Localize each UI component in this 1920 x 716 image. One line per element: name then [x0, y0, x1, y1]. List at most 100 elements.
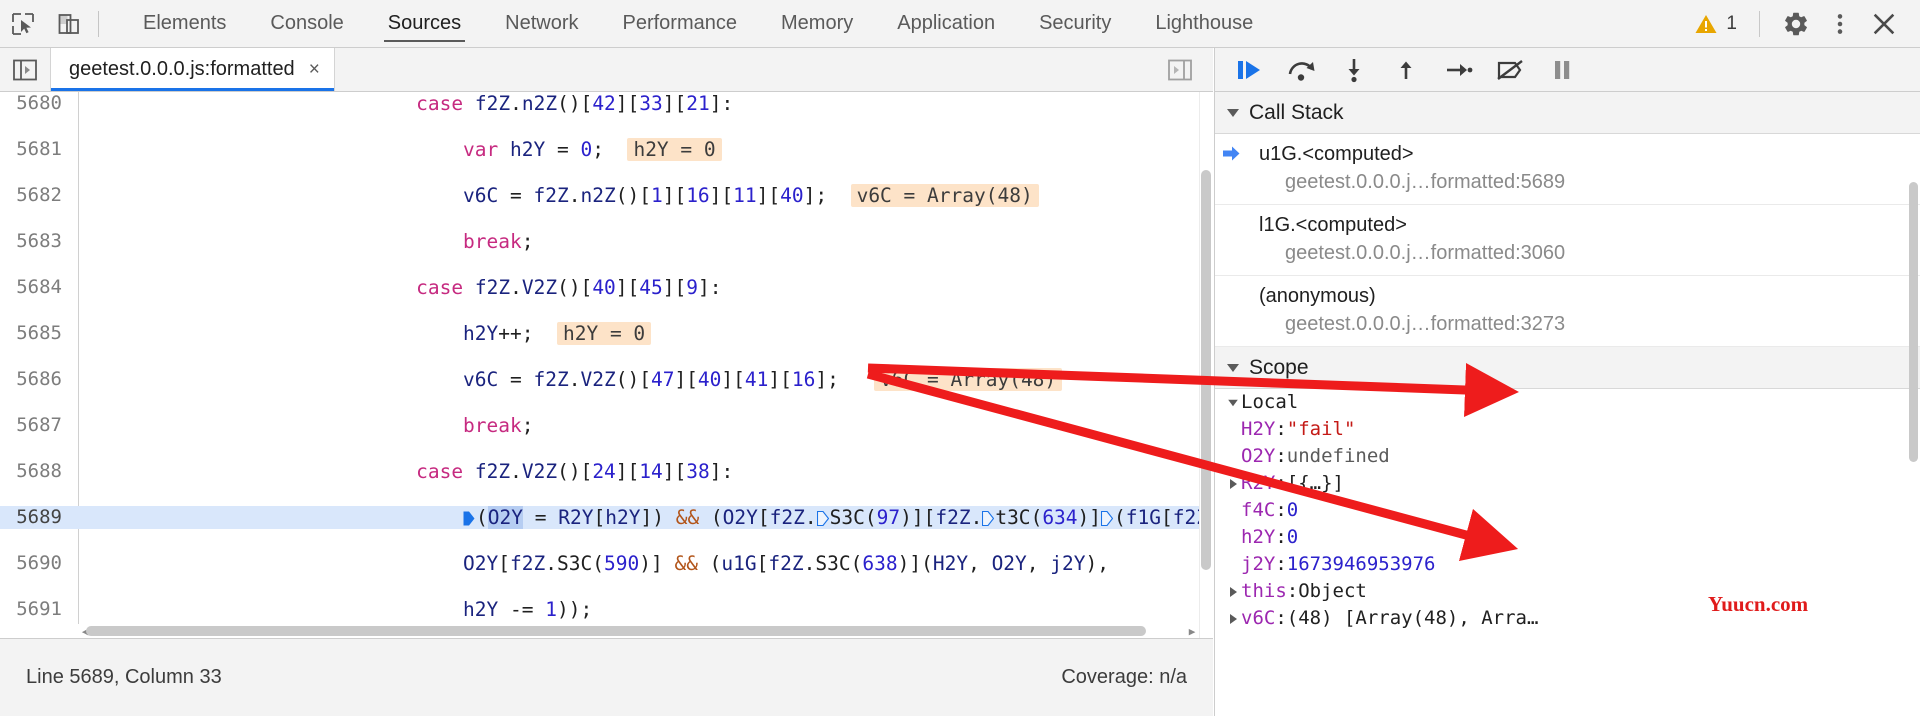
scope-variable-row[interactable]: v6C: (48) [Array(48), Arra… [1215, 605, 1920, 632]
scope-variable-row[interactable]: h2Y: 0 [1215, 524, 1920, 551]
scope-variable-value[interactable]: "fail" [1287, 416, 1356, 443]
code-line[interactable]: 5680 case f2Z.n2Z()[42][33][21]: [0, 92, 1213, 115]
chevron-right-icon[interactable] [1225, 613, 1241, 624]
editor-vertical-scrollbar[interactable] [1199, 92, 1213, 638]
code-line[interactable]: 5685 h2Y++; h2Y = 0 [0, 322, 1213, 345]
call-stack-location[interactable]: geetest.0.0.0.j…formatted:3273 [1229, 310, 1920, 338]
editor-hscroll-thumb[interactable] [86, 626, 1146, 636]
scope-variable-value[interactable]: (48) [Array(48), Arra… [1287, 605, 1539, 632]
line-number[interactable]: 5680 [0, 92, 62, 115]
step-into-icon[interactable] [1331, 49, 1377, 91]
sidebar-vscroll-thumb[interactable] [1909, 182, 1918, 462]
code-line[interactable]: 5689 (O2Y = R2Y[h2Y]) && (O2Y[f2Z. S3C(97)… [0, 506, 1213, 529]
scope-variable-value[interactable]: [{…}] [1287, 470, 1344, 497]
line-number[interactable]: 5686 [0, 368, 62, 391]
call-stack-item[interactable]: u1G.<computed> geetest.0.0.0.j…formatted:… [1215, 134, 1920, 205]
sidebar-vertical-scrollbar[interactable] [1908, 138, 1920, 716]
call-stack-item[interactable]: l1G.<computed> geetest.0.0.0.j…formatted:… [1215, 205, 1920, 276]
line-number[interactable]: 5689 [0, 506, 62, 529]
scope-section-header[interactable]: Scope [1215, 347, 1920, 389]
pause-icon[interactable] [1539, 49, 1585, 91]
scope-variable-value[interactable]: undefined [1287, 443, 1390, 470]
scope-variable-row[interactable]: j2Y: 1673946953976 [1215, 551, 1920, 578]
code-token: [ [756, 552, 769, 575]
step-over-icon[interactable] [1279, 49, 1325, 91]
inline-value-hint[interactable]: v6C = Array(48) [874, 368, 1063, 391]
line-number[interactable]: 5690 [0, 552, 62, 575]
scope-variable-value[interactable]: 0 [1287, 524, 1298, 551]
code-line[interactable]: 5686 v6C = f2Z.V2Z()[47][40][41][16]; v6C… [0, 368, 1213, 391]
tab-security[interactable]: Security [1017, 0, 1133, 48]
close-icon[interactable]: × [309, 60, 320, 79]
step-icon[interactable] [1435, 49, 1481, 91]
close-icon[interactable] [1862, 2, 1906, 46]
code-token: [ [593, 506, 606, 529]
inspect-element-icon[interactable] [0, 1, 46, 47]
editor-horizontal-scrollbar[interactable]: ◀ ▶ [78, 624, 1199, 638]
code-line[interactable]: 5690 O2Y[f2Z.S3C(590)] && (u1G[f2Z.S3C(63… [0, 552, 1213, 575]
scope-variable-row[interactable]: O2Y: undefined [1215, 443, 1920, 470]
scope-variable-row[interactable]: this: Object [1215, 578, 1920, 605]
chevron-right-icon[interactable] [1225, 478, 1241, 489]
tab-elements[interactable]: Elements [121, 0, 248, 48]
step-out-icon[interactable] [1383, 49, 1429, 91]
inline-value-hint[interactable]: h2Y = 0 [556, 322, 652, 345]
tab-console[interactable]: Console [248, 0, 365, 48]
line-number[interactable]: 5684 [0, 276, 62, 299]
coverage-label[interactable]: Coverage: n/a [1061, 666, 1187, 689]
scope-variable-value[interactable]: 0 [1287, 497, 1298, 524]
code-line[interactable]: 5691 h2Y -= 1)); [0, 598, 1213, 621]
resume-icon[interactable] [1227, 49, 1273, 91]
scope-variable-value[interactable]: 1673946953976 [1287, 551, 1436, 578]
line-number[interactable]: 5687 [0, 414, 62, 437]
scroll-right-arrow[interactable]: ▶ [1185, 624, 1199, 638]
tab-sources[interactable]: Sources [366, 0, 483, 48]
code-token: ()[ [557, 460, 593, 483]
inline-callout-icon[interactable] [982, 508, 995, 527]
scope-variable-row[interactable]: f4C: 0 [1215, 497, 1920, 524]
inline-value-hint[interactable]: v6C = Array(48) [850, 184, 1039, 207]
code-line[interactable]: 5687 break; [0, 414, 1213, 437]
show-navigator-icon[interactable] [0, 48, 50, 91]
line-number[interactable]: 5681 [0, 138, 62, 161]
scope-variable-value[interactable]: Object [1298, 578, 1367, 605]
call-stack-item[interactable]: (anonymous) geetest.0.0.0.j…formatted:327… [1215, 276, 1920, 347]
call-stack-location[interactable]: geetest.0.0.0.j…formatted:3060 [1229, 239, 1920, 267]
device-toolbar-icon[interactable] [46, 1, 92, 47]
gear-icon[interactable] [1774, 2, 1818, 46]
code-line[interactable]: 5683 break; [0, 230, 1213, 253]
inline-value-hint[interactable]: h2Y = 0 [627, 138, 722, 161]
tab-memory[interactable]: Memory [759, 0, 875, 48]
line-number[interactable]: 5691 [0, 598, 62, 621]
call-stack-section-header[interactable]: Call Stack [1215, 92, 1920, 134]
file-tab-geetest[interactable]: geetest.0.0.0.js:formatted × [50, 48, 335, 91]
code-line[interactable]: 5688 case f2Z.V2Z()[24][14][38]: [0, 460, 1213, 483]
line-number[interactable]: 5682 [0, 184, 62, 207]
scope-group-local[interactable]: Local [1215, 389, 1920, 416]
tab-application[interactable]: Application [875, 0, 1017, 48]
scope-variable-row[interactable]: R2Y: [{…}] [1215, 470, 1920, 497]
tab-lighthouse[interactable]: Lighthouse [1133, 0, 1275, 48]
code-token: = [498, 184, 534, 207]
kebab-menu-icon[interactable] [1818, 2, 1862, 46]
chevron-right-icon[interactable] [1225, 586, 1241, 597]
inline-callout-icon[interactable] [816, 508, 829, 527]
tab-performance[interactable]: Performance [601, 0, 760, 48]
warning-counter[interactable]: 1 [1686, 12, 1745, 36]
code-line[interactable]: 5684 case f2Z.V2Z()[40][45][9]: [0, 276, 1213, 299]
editor-vscroll-thumb[interactable] [1201, 170, 1211, 570]
code-line[interactable]: 5682 v6C = f2Z.n2Z()[1][16][11][40]; v6C … [0, 184, 1213, 207]
inline-callout-icon[interactable] [1100, 508, 1114, 527]
inline-callout-filled-icon[interactable] [463, 508, 475, 526]
scope-variable-row[interactable]: H2Y: "fail" [1215, 416, 1920, 443]
show-debugger-sidebar-icon[interactable] [1155, 48, 1205, 91]
tab-network[interactable]: Network [483, 0, 600, 48]
line-number[interactable]: 5683 [0, 230, 62, 253]
code-token: 45 [639, 276, 663, 299]
line-number[interactable]: 5688 [0, 460, 62, 483]
deactivate-breakpoints-icon[interactable] [1487, 49, 1533, 91]
code-line[interactable]: 5681 var h2Y = 0; h2Y = 0 [0, 138, 1213, 161]
source-code-editor[interactable]: 5680 case f2Z.n2Z()[42][33][21]: 5681 var h… [0, 92, 1213, 638]
line-number[interactable]: 5685 [0, 322, 62, 345]
call-stack-location[interactable]: geetest.0.0.0.j…formatted:5689 [1229, 168, 1920, 196]
